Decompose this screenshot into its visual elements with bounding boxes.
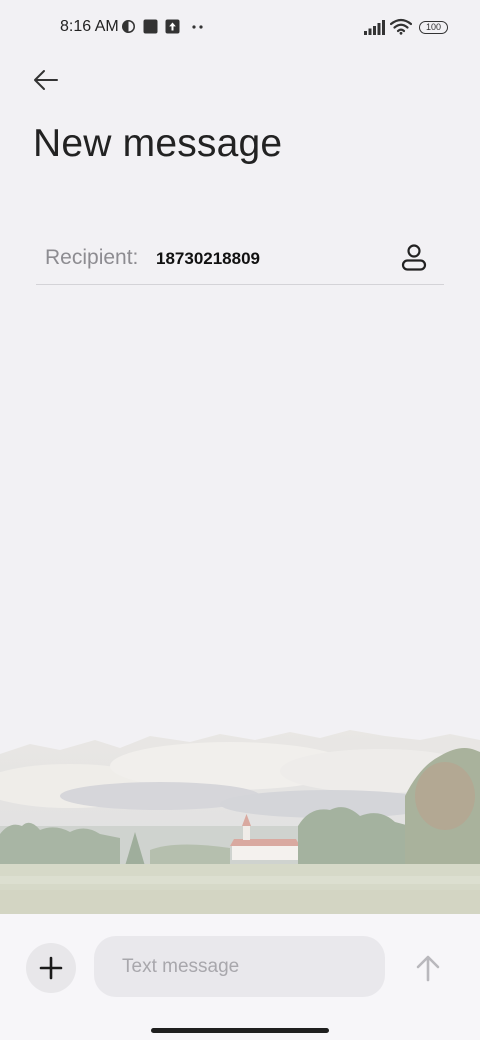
battery-indicator: 100 (419, 21, 448, 34)
plus-icon (39, 956, 63, 980)
contact-person-icon (401, 244, 427, 271)
wifi-icon (390, 18, 412, 35)
status-bar: 8:16 AM 100 (0, 0, 480, 56)
arrow-up-icon (416, 955, 440, 982)
square-notification-icon (143, 19, 158, 34)
contact-picker-button[interactable] (400, 242, 428, 272)
more-dots-icon (192, 25, 203, 29)
arrow-left-icon (34, 70, 58, 90)
signal-icon (364, 20, 385, 35)
back-button[interactable] (30, 66, 62, 94)
composer-bar (0, 914, 480, 1040)
new-message-screen: 8:16 AM 100 New message Recipient: 18730… (0, 0, 480, 1040)
clock-dnd-icon (122, 20, 135, 33)
status-time: 8:16 AM (60, 18, 119, 35)
page-title: New message (33, 122, 283, 165)
landscape-background-image (0, 730, 480, 916)
recipient-value[interactable]: 18730218809 (156, 249, 260, 269)
home-indicator[interactable] (151, 1028, 329, 1033)
upload-icon (165, 19, 180, 34)
message-input[interactable] (94, 936, 385, 997)
send-button[interactable] (412, 952, 444, 984)
recipient-field[interactable]: Recipient: 18730218809 (36, 232, 444, 285)
add-attachment-button[interactable] (26, 943, 76, 993)
recipient-label: Recipient: (45, 246, 139, 269)
